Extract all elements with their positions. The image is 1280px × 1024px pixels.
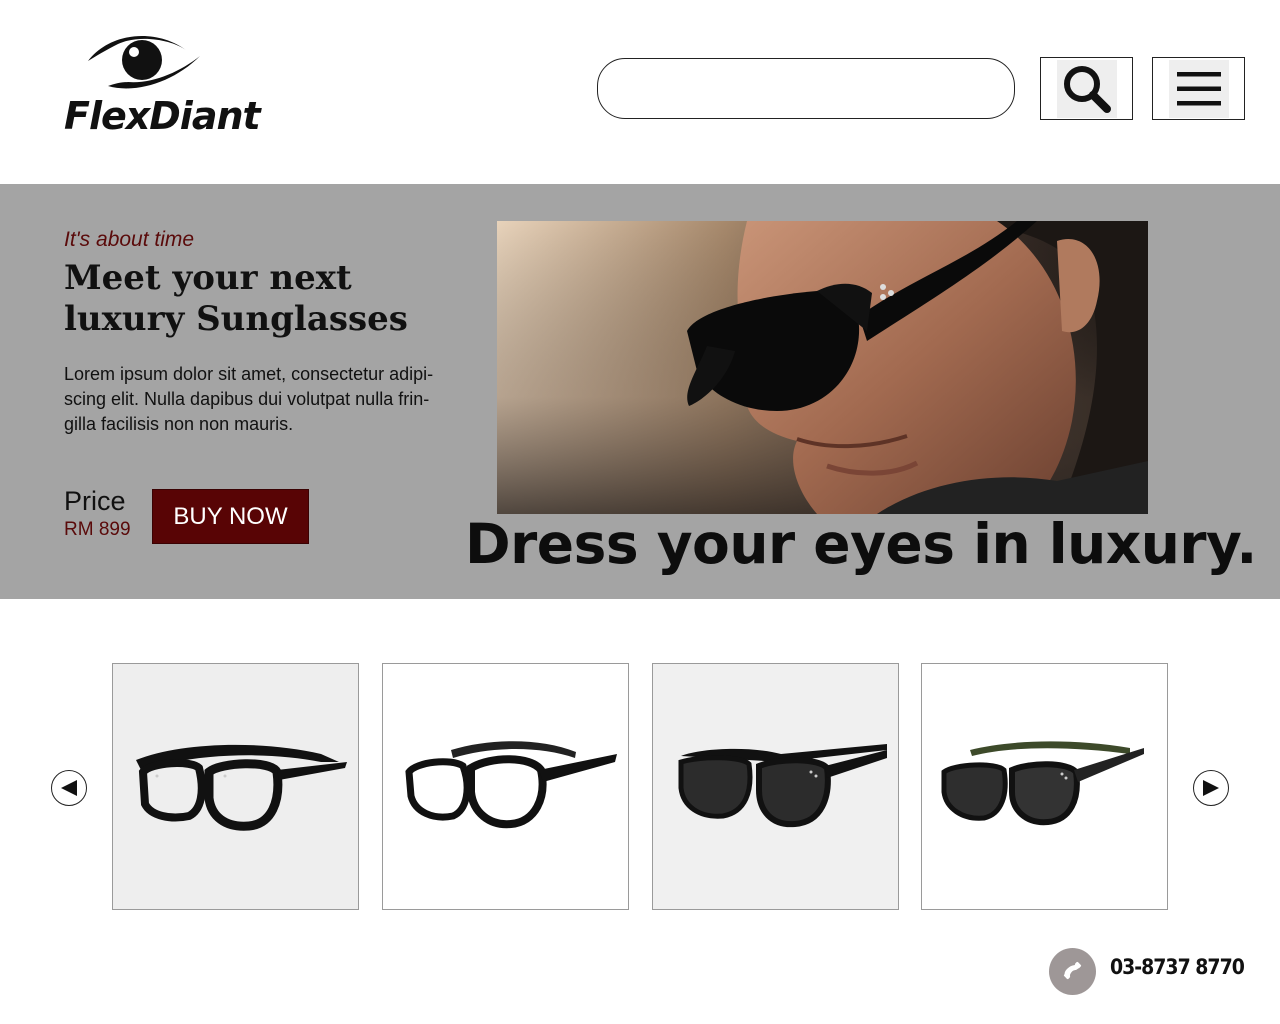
- product-card[interactable]: [112, 663, 359, 910]
- carousel-next-button[interactable]: [1193, 770, 1229, 806]
- triangle-right-icon: [1203, 780, 1219, 796]
- phone-button[interactable]: [1049, 948, 1096, 995]
- product-card[interactable]: [382, 663, 629, 910]
- dark-sunglasses-image: [678, 743, 887, 827]
- hero-description: Lorem ipsum dolor sit amet, consectetur …: [64, 364, 434, 434]
- dark-sunglasses-image: [941, 740, 1144, 825]
- buy-now-button[interactable]: BUY NOW: [152, 489, 309, 544]
- hero-title: Meet your next luxury Sunglasses: [64, 258, 408, 339]
- hero-tagline: Dress your eyes in luxury.: [465, 512, 1257, 576]
- phone-number[interactable]: 03-8737 8770: [1110, 955, 1245, 979]
- triangle-left-icon: [61, 780, 77, 796]
- hero-eyebrow: It's about time: [64, 228, 195, 251]
- product-card[interactable]: [652, 663, 899, 910]
- page: FlexDiant It's about time Meet your next…: [0, 0, 1280, 1024]
- phone-icon: [1063, 961, 1081, 979]
- hero-photo: [497, 221, 1148, 514]
- hamburger-menu-icon: [1176, 71, 1221, 105]
- brand-logo[interactable]: FlexDiant: [60, 28, 261, 148]
- price-value: RM 899: [64, 519, 131, 540]
- brand-name: FlexDiant: [64, 94, 261, 138]
- clear-eyeglasses-image: [404, 740, 617, 828]
- eye-icon: [88, 35, 200, 89]
- clear-eyeglasses-image: [135, 744, 347, 831]
- product-card[interactable]: [921, 663, 1168, 910]
- search-button[interactable]: [1040, 57, 1133, 120]
- search-icon: [1063, 65, 1111, 113]
- carousel-prev-button[interactable]: [51, 770, 87, 806]
- price-label: Price: [64, 486, 126, 516]
- menu-button[interactable]: [1152, 57, 1245, 120]
- hero-banner: It's about time Meet your next luxury Su…: [0, 184, 1280, 599]
- search-input[interactable]: [597, 58, 1015, 119]
